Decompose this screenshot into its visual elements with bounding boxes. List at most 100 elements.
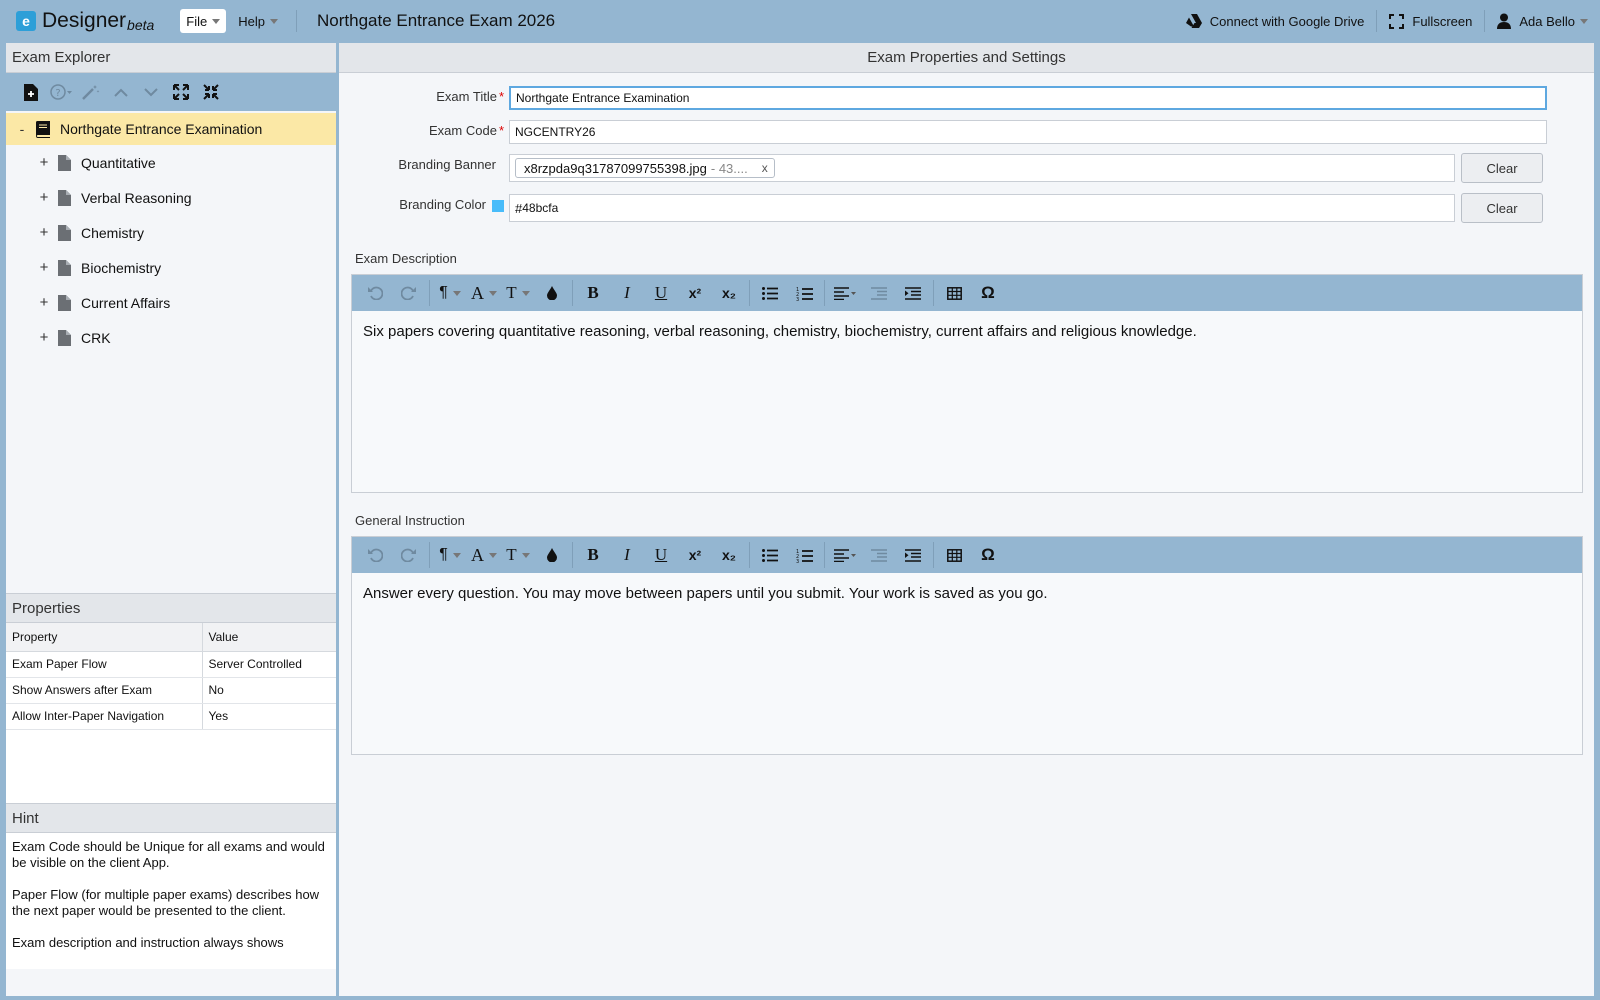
bold-button[interactable]: B bbox=[576, 278, 610, 308]
paragraph-format-button[interactable]: ¶ bbox=[433, 540, 467, 570]
tree-toggle[interactable]: + bbox=[36, 224, 52, 241]
tree-item-current-affairs[interactable]: + Current Affairs bbox=[6, 285, 336, 320]
property-value[interactable]: No bbox=[202, 677, 336, 704]
move-up-button[interactable] bbox=[106, 77, 136, 107]
font-family-button[interactable]: A bbox=[467, 278, 501, 308]
remove-file-icon[interactable]: x bbox=[762, 161, 768, 175]
exam-code-input[interactable]: NGCENTRY26 bbox=[509, 120, 1547, 144]
paragraph-format-button[interactable]: ¶ bbox=[433, 278, 467, 308]
app-name: Designer bbox=[42, 9, 127, 32]
property-value[interactable]: Server Controlled bbox=[202, 651, 336, 678]
column-header-value: Value bbox=[202, 623, 336, 652]
magic-wand-button[interactable] bbox=[76, 77, 106, 107]
property-value[interactable]: Yes bbox=[202, 703, 336, 730]
expand-all-button[interactable] bbox=[166, 77, 196, 107]
special-character-button[interactable]: Ω bbox=[971, 540, 1005, 570]
outdent-button[interactable] bbox=[862, 278, 896, 308]
divider bbox=[933, 280, 934, 306]
font-size-button[interactable]: T bbox=[501, 278, 535, 308]
table-row[interactable]: Allow Inter-Paper Navigation Yes bbox=[6, 703, 336, 730]
required-mark: * bbox=[498, 89, 504, 104]
undo-button[interactable] bbox=[358, 540, 392, 570]
tree-item-verbal-reasoning[interactable]: + Verbal Reasoning bbox=[6, 180, 336, 215]
tree-toggle[interactable]: - bbox=[14, 121, 30, 137]
tree-root-exam[interactable]: - Northgate Entrance Examination bbox=[6, 113, 336, 145]
fullscreen-button[interactable]: Fullscreen bbox=[1377, 10, 1484, 32]
ink-drop-icon bbox=[547, 548, 557, 562]
table-row[interactable]: Exam Paper Flow Server Controlled bbox=[6, 651, 336, 678]
banner-file-meta: - 43.... bbox=[710, 160, 748, 176]
branding-color-input[interactable]: #48bcfa bbox=[509, 194, 1455, 222]
numbered-list-button[interactable]: 123 bbox=[787, 278, 821, 308]
add-paper-button[interactable] bbox=[16, 77, 46, 107]
ink-drop-icon bbox=[547, 286, 557, 300]
tree-item-label: CRK bbox=[81, 329, 111, 346]
underline-button[interactable]: U bbox=[644, 540, 678, 570]
align-button[interactable] bbox=[828, 540, 862, 570]
superscript-button[interactable]: x² bbox=[678, 540, 712, 570]
italic-button[interactable]: I bbox=[610, 278, 644, 308]
collapse-all-button[interactable] bbox=[196, 77, 226, 107]
font-family-button[interactable]: A bbox=[467, 540, 501, 570]
tree-toggle[interactable]: + bbox=[36, 259, 52, 276]
bulleted-list-button[interactable] bbox=[753, 540, 787, 570]
table-button[interactable] bbox=[937, 540, 971, 570]
tree-toggle[interactable]: + bbox=[36, 189, 52, 206]
divider bbox=[429, 280, 430, 306]
exam-description-content[interactable]: Six papers covering quantitative reasoni… bbox=[352, 311, 1582, 352]
tree-item-chemistry[interactable]: + Chemistry bbox=[6, 215, 336, 250]
explorer-title: Exam Explorer bbox=[12, 49, 111, 66]
bold-icon: B bbox=[587, 545, 599, 564]
special-character-button[interactable]: Ω bbox=[971, 278, 1005, 308]
subscript-button[interactable]: x₂ bbox=[712, 540, 746, 570]
exam-description-editor: ¶ A T B I U x² x₂ 123 Ω Six papers cover… bbox=[351, 274, 1583, 493]
outdent-button[interactable] bbox=[862, 540, 896, 570]
text-color-button[interactable] bbox=[535, 540, 569, 570]
bulleted-list-button[interactable] bbox=[753, 278, 787, 308]
exam-description-label: Exam Description bbox=[355, 251, 457, 266]
numbered-list-button[interactable]: 123 bbox=[787, 540, 821, 570]
underline-button[interactable]: U bbox=[644, 278, 678, 308]
redo-button[interactable] bbox=[392, 278, 426, 308]
table-row[interactable]: Show Answers after Exam No bbox=[6, 677, 336, 704]
logo-icon: e bbox=[16, 11, 36, 31]
tree-toggle[interactable]: + bbox=[36, 294, 52, 311]
text-color-button[interactable] bbox=[535, 278, 569, 308]
user-menu[interactable]: Ada Bello bbox=[1485, 10, 1600, 32]
file-menu[interactable]: File bbox=[180, 9, 227, 33]
help-menu[interactable]: Help bbox=[232, 9, 284, 33]
caret-down-icon bbox=[270, 18, 278, 24]
tree-item-crk[interactable]: + CRK bbox=[6, 320, 336, 355]
redo-button[interactable] bbox=[392, 540, 426, 570]
bold-button[interactable]: B bbox=[576, 540, 610, 570]
move-down-button[interactable] bbox=[136, 77, 166, 107]
tree-item-label: Chemistry bbox=[81, 224, 145, 241]
tree-item-quantitative[interactable]: + Quantitative bbox=[6, 145, 336, 180]
general-instruction-content[interactable]: Answer every question. You may move betw… bbox=[352, 573, 1582, 614]
tree-toggle[interactable]: + bbox=[36, 154, 52, 171]
indent-button[interactable] bbox=[896, 278, 930, 308]
font-size-button[interactable]: T bbox=[501, 540, 535, 570]
tree-toggle[interactable]: + bbox=[36, 329, 52, 346]
indent-button[interactable] bbox=[896, 540, 930, 570]
connect-google-drive-button[interactable]: Connect with Google Drive bbox=[1174, 10, 1377, 32]
clear-color-button[interactable]: Clear bbox=[1461, 193, 1543, 223]
subscript-button[interactable]: x₂ bbox=[712, 278, 746, 308]
file-menu-label: File bbox=[186, 13, 208, 29]
explorer-toolbar: ? bbox=[6, 73, 336, 111]
properties-table: Property Value Exam Paper Flow Server Co… bbox=[6, 623, 336, 730]
undo-button[interactable] bbox=[358, 278, 392, 308]
document-title: Northgate Entrance Exam 2026 bbox=[317, 11, 556, 30]
fullscreen-label: Fullscreen bbox=[1412, 13, 1473, 29]
clear-banner-button[interactable]: Clear bbox=[1461, 153, 1543, 183]
svg-text:3: 3 bbox=[796, 559, 799, 563]
italic-button[interactable]: I bbox=[610, 540, 644, 570]
help-dropdown-button[interactable]: ? bbox=[46, 77, 76, 107]
align-button[interactable] bbox=[828, 278, 862, 308]
exam-title-input[interactable]: Northgate Entrance Examination bbox=[509, 86, 1547, 110]
google-drive-icon bbox=[1185, 14, 1202, 28]
superscript-button[interactable]: x² bbox=[678, 278, 712, 308]
tree-item-biochemistry[interactable]: + Biochemistry bbox=[6, 250, 336, 285]
branding-banner-field[interactable]: x8rzpda9q31787099755398.jpg - 43.... x bbox=[509, 154, 1455, 182]
table-button[interactable] bbox=[937, 278, 971, 308]
